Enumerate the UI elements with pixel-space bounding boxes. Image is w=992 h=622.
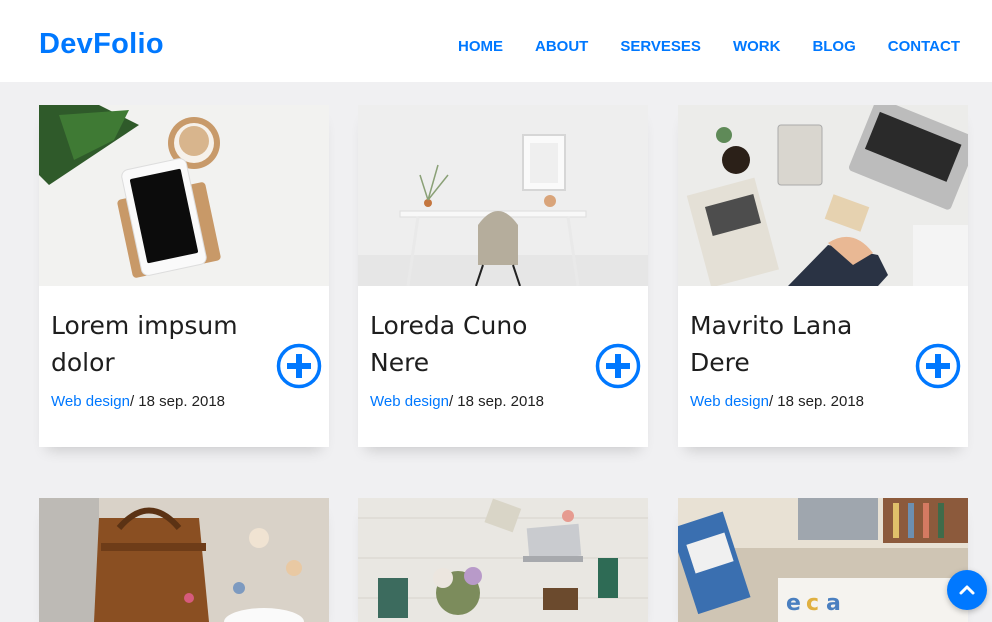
- nav-work[interactable]: WORK: [733, 38, 781, 55]
- work-card[interactable]: [39, 498, 329, 622]
- work-card-body: Mavrito Lana Dere Web design/ 18 sep. 20…: [678, 286, 968, 447]
- work-category[interactable]: Web design: [51, 393, 130, 410]
- work-category[interactable]: Web design: [370, 393, 449, 410]
- work-meta: Web design/ 18 sep. 2018: [370, 390, 560, 414]
- chevron-up-icon: [959, 585, 975, 595]
- plus-circle-icon[interactable]: [276, 343, 322, 389]
- work-category[interactable]: Web design: [690, 393, 769, 410]
- work-card-body: Loreda Cuno Nere Web design/ 18 sep. 201…: [358, 286, 648, 447]
- nav-services[interactable]: SERVESES: [620, 38, 701, 55]
- plus-circle-icon[interactable]: [595, 343, 641, 389]
- work-card[interactable]: e c a: [678, 498, 968, 622]
- nav-home[interactable]: HOME: [458, 38, 503, 55]
- svg-text:c: c: [806, 591, 819, 616]
- brand-logo[interactable]: DevFolio: [39, 28, 164, 61]
- work-thumbnail-bag[interactable]: [39, 498, 329, 622]
- work-title[interactable]: Loreda Cuno Nere: [370, 307, 570, 381]
- work-card[interactable]: Lorem impsum dolor Web design/ 18 sep. 2…: [39, 105, 329, 447]
- work-date: / 18 sep. 2018: [448, 393, 545, 410]
- work-date: / 18 sep. 2018: [768, 393, 865, 410]
- work-date: / 18 sep. 2018: [129, 393, 226, 410]
- work-thumbnail-desk[interactable]: [358, 105, 648, 286]
- main-nav: HOME ABOUT SERVESES WORK BLOG CONTACT: [458, 38, 960, 55]
- nav-about[interactable]: ABOUT: [535, 38, 588, 55]
- nav-contact[interactable]: CONTACT: [888, 38, 960, 55]
- svg-text:a: a: [826, 591, 841, 616]
- work-card-body: Lorem impsum dolor Web design/ 18 sep. 2…: [39, 286, 329, 447]
- work-meta: Web design/ 18 sep. 2018: [51, 390, 241, 414]
- work-card[interactable]: Loreda Cuno Nere Web design/ 18 sep. 201…: [358, 105, 648, 447]
- work-meta: Web design/ 18 sep. 2018: [690, 390, 880, 414]
- work-thumbnail-tablet[interactable]: [39, 105, 329, 286]
- work-card[interactable]: Mavrito Lana Dere Web design/ 18 sep. 20…: [678, 105, 968, 447]
- back-to-top-button[interactable]: [947, 570, 987, 610]
- plus-circle-icon[interactable]: [915, 343, 961, 389]
- work-thumbnail-workbench[interactable]: [358, 498, 648, 622]
- work-thumbnail-office[interactable]: [678, 105, 968, 286]
- work-title[interactable]: Mavrito Lana Dere: [690, 307, 890, 381]
- work-thumbnail-magazines[interactable]: e c a: [678, 498, 968, 622]
- nav-blog[interactable]: BLOG: [812, 38, 855, 55]
- work-title[interactable]: Lorem impsum dolor: [51, 307, 251, 381]
- svg-text:e: e: [786, 591, 801, 616]
- navbar: DevFolio HOME ABOUT SERVESES WORK BLOG C…: [0, 0, 992, 82]
- work-card[interactable]: [358, 498, 648, 622]
